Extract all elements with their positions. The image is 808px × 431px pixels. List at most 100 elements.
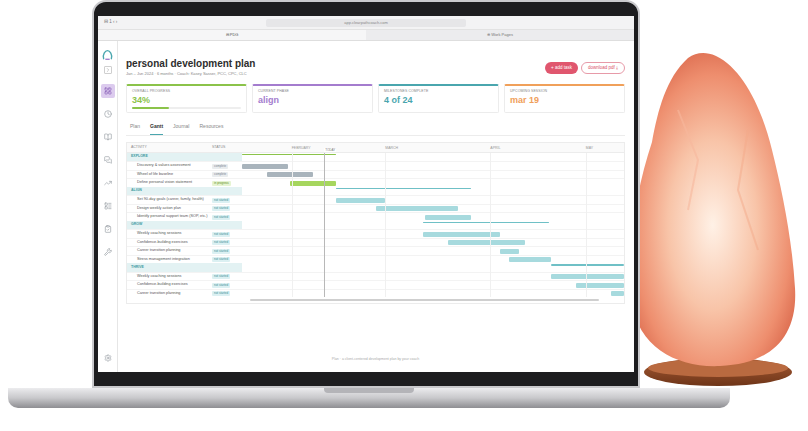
group-span-bar: [242, 154, 336, 156]
status-tag: complete: [212, 164, 228, 169]
task-bar[interactable]: [611, 291, 624, 296]
laptop: ⊟ 1 ‹ › app.clearpathcoach.com ⊟ PDG⊕ Work…: [0, 0, 808, 408]
browser-controls[interactable]: ⊟ 1 ‹ ›: [104, 19, 164, 26]
sidebar-item[interactable]: [101, 130, 115, 144]
task-bar[interactable]: [423, 232, 499, 237]
group-row[interactable]: THRIVE: [127, 263, 624, 272]
view-tab[interactable]: Resources: [199, 120, 223, 135]
collapse-button[interactable]: [104, 66, 112, 74]
task-row[interactable]: Weekly coaching sessionsnot started: [127, 272, 624, 281]
task-row[interactable]: Confidence-building exercisesnot started: [127, 280, 624, 289]
summary-card: MILESTONES COMPLETE4 of 24: [378, 84, 499, 113]
task-row[interactable]: Design weekly action plannot started: [127, 204, 624, 213]
card-value: mar 19: [510, 94, 619, 106]
card-value: 4 of 24: [384, 94, 493, 106]
status-tag: not started: [212, 215, 230, 220]
browser-tab[interactable]: ⊟ PDG: [98, 30, 366, 40]
sidebar-item[interactable]: [101, 176, 115, 190]
status-tag: not started: [212, 291, 230, 296]
horizontal-scrollbar[interactable]: [127, 297, 624, 303]
page-subtitle: Jan – Jun 2024 · 6 months · Coach: Kasey…: [126, 71, 255, 77]
sidebar-item[interactable]: [101, 222, 115, 236]
card-label: MILESTONES COMPLETE: [384, 89, 493, 94]
app: personal development planJan – Jun 2024 …: [98, 41, 634, 372]
task-bar[interactable]: [290, 181, 336, 186]
footer-text: Plan · a client-centered development pla…: [126, 357, 625, 362]
view-tab[interactable]: Plan: [130, 120, 140, 135]
gantt-chart: ACTIVITYSTATUSFEBRUARYMARCHAPRILMAYEXPLO…: [126, 142, 625, 305]
url-bar[interactable]: app.clearpathcoach.com: [266, 19, 466, 27]
task-bar[interactable]: [500, 249, 519, 254]
group-row[interactable]: EXPLORE: [127, 153, 624, 162]
task-row[interactable]: Stress management integrationnot started: [127, 255, 624, 264]
browser-chrome: ⊟ 1 ‹ › app.clearpathcoach.com ⊟ PDG⊕ Work…: [98, 16, 634, 41]
main-content: personal development planJan – Jun 2024 …: [118, 41, 634, 372]
task-row[interactable]: Set 90-day goals (career, family, health…: [127, 195, 624, 204]
task-row[interactable]: Discovery & values assessmentcomplete: [127, 161, 624, 170]
task-row[interactable]: Wheel of life baselinecomplete: [127, 170, 624, 179]
nav-icon: [104, 225, 112, 233]
task-bar[interactable]: [242, 164, 288, 169]
summary-card: UPCOMING SESSIONmar 19: [504, 84, 625, 113]
laptop-lid: ⊟ 1 ‹ › app.clearpathcoach.com ⊟ PDG⊕ Work…: [92, 0, 640, 388]
task-row[interactable]: Confidence-building exercisesnot started: [127, 238, 624, 247]
gear-icon[interactable]: [104, 354, 112, 362]
logo-icon[interactable]: [101, 49, 114, 62]
progress-bar: [132, 107, 241, 109]
task-bar[interactable]: [551, 274, 624, 279]
status-tag: in progress: [212, 181, 231, 186]
mockup-scene: ⊟ 1 ‹ › app.clearpathcoach.com ⊟ PDG⊕ Work…: [0, 0, 808, 431]
view-tab[interactable]: Journal: [173, 120, 189, 135]
gantt-group: EXPLOREDiscovery & values assessmentcomp…: [127, 153, 624, 187]
task-bar[interactable]: [509, 257, 551, 262]
task-row[interactable]: Identify personal support team (SOP, etc…: [127, 212, 624, 221]
gantt-group: THRIVEWeekly coaching sessionsnot starte…: [127, 263, 624, 297]
sidebar-item[interactable]: [101, 245, 115, 259]
nav-icon: [104, 248, 112, 256]
nav-icon: [104, 202, 112, 210]
month-label: MARCH: [385, 146, 398, 151]
gantt-header: ACTIVITYSTATUSFEBRUARYMARCHAPRILMAY: [127, 143, 624, 153]
today-line: [324, 153, 325, 298]
sidebar-item[interactable]: [101, 84, 115, 98]
card-label: OVERALL PROGRESS: [132, 89, 241, 94]
page-title: personal development plan: [126, 58, 255, 70]
month-label: MAY: [586, 146, 593, 151]
browser-tab[interactable]: ⊕ Work Pages: [366, 30, 634, 40]
task-row[interactable]: Weekly coaching sessionsnot started: [127, 229, 624, 238]
add-task-button[interactable]: + add task: [545, 62, 578, 74]
group-row[interactable]: GROW: [127, 221, 624, 230]
screen: ⊟ 1 ‹ › app.clearpathcoach.com ⊟ PDG⊕ Work…: [98, 16, 634, 372]
view-tabs: Plan Gantt Journal Resources: [126, 120, 625, 136]
download-pdf-button[interactable]: download pdf ⤓: [581, 62, 625, 74]
task-row[interactable]: Career transition planningnot started: [127, 289, 624, 298]
card-value: 34%: [132, 94, 241, 106]
nav-icon: [104, 133, 112, 141]
summary-cards: OVERALL PROGRESS34%CURRENT PHASEalignMIL…: [126, 84, 625, 113]
view-tab[interactable]: Gantt: [150, 120, 163, 135]
status-tag: not started: [212, 240, 230, 245]
month-label: APRIL: [490, 146, 500, 151]
card-label: UPCOMING SESSION: [510, 89, 619, 94]
group-row[interactable]: ALIGN: [127, 187, 624, 196]
group-span-bar: [423, 222, 549, 224]
task-bar[interactable]: [267, 172, 313, 177]
gantt-group: ALIGNSet 90-day goals (career, family, h…: [127, 187, 624, 221]
card-label: CURRENT PHASE: [258, 89, 367, 94]
task-bar[interactable]: [425, 215, 471, 220]
task-bar[interactable]: [448, 240, 524, 245]
status-tag: complete: [212, 172, 228, 177]
task-row[interactable]: Career transition planningnot started: [127, 246, 624, 255]
task-row[interactable]: Define personal vision statementin progr…: [127, 178, 624, 187]
task-bar[interactable]: [576, 283, 624, 288]
group-span-bar: [551, 264, 624, 266]
gantt-group: GROWWeekly coaching sessionsnot startedC…: [127, 221, 624, 264]
group-span-bar: [336, 188, 472, 190]
task-bar[interactable]: [336, 198, 386, 203]
sidebar-item[interactable]: [101, 153, 115, 167]
sidebar-item[interactable]: [101, 107, 115, 121]
laptop-base: [8, 388, 730, 408]
task-bar[interactable]: [376, 206, 458, 211]
salt-lamp-photo: [618, 50, 808, 400]
sidebar-item[interactable]: [101, 199, 115, 213]
